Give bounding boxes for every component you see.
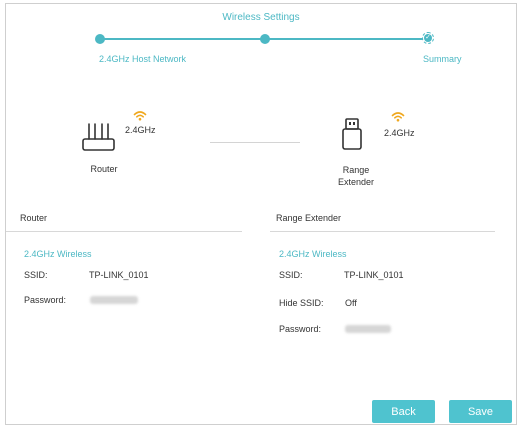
extender-band-label: 2.4GHz [384,128,415,138]
router-section-title: Router [20,213,48,223]
extender-band-title: 2.4GHz Wireless [279,249,347,259]
router-band-title: 2.4GHz Wireless [24,249,92,259]
router-band-label: 2.4GHz [125,125,156,135]
extender-ssid-label: SSID: [279,270,303,280]
extender-label-line1: Range [342,165,370,175]
extender-hide-ssid-label: Hide SSID: [279,298,324,308]
step-dot-host-network [95,34,105,44]
router-ssid-value: TP-LINK_0101 [89,270,149,280]
router-password-label: Password: [24,295,67,305]
wizard-panel: Wireless Settings ✓ 2.4GHz Host Network … [5,3,517,425]
wifi-icon [391,112,405,122]
router-divider [6,231,242,232]
step-label-summary: Summary [423,54,462,64]
wifi-icon [133,111,147,121]
connection-line [210,142,300,143]
step-dot-middle [260,34,270,44]
check-icon: ✓ [424,34,432,42]
router-ssid-label: SSID: [24,270,48,280]
usb-extender-icon [342,118,362,150]
router-password-value [90,296,138,304]
extender-password-label: Password: [279,324,322,334]
wizard-title: Wireless Settings [222,12,300,23]
extender-divider [270,231,495,232]
router-label: Router [90,164,118,174]
router-icon [82,123,115,151]
extender-password-value [345,325,391,333]
extender-ssid-value: TP-LINK_0101 [344,270,404,280]
extender-section-title: Range Extender [276,213,342,223]
step-dot-summary: ✓ [422,32,434,44]
back-button[interactable]: Back [372,400,435,423]
save-button[interactable]: Save [449,400,512,423]
extender-hide-ssid-value: Off [345,298,357,308]
step-label-host-network: 2.4GHz Host Network [99,54,187,64]
extender-label-line2: Extender [337,177,375,187]
